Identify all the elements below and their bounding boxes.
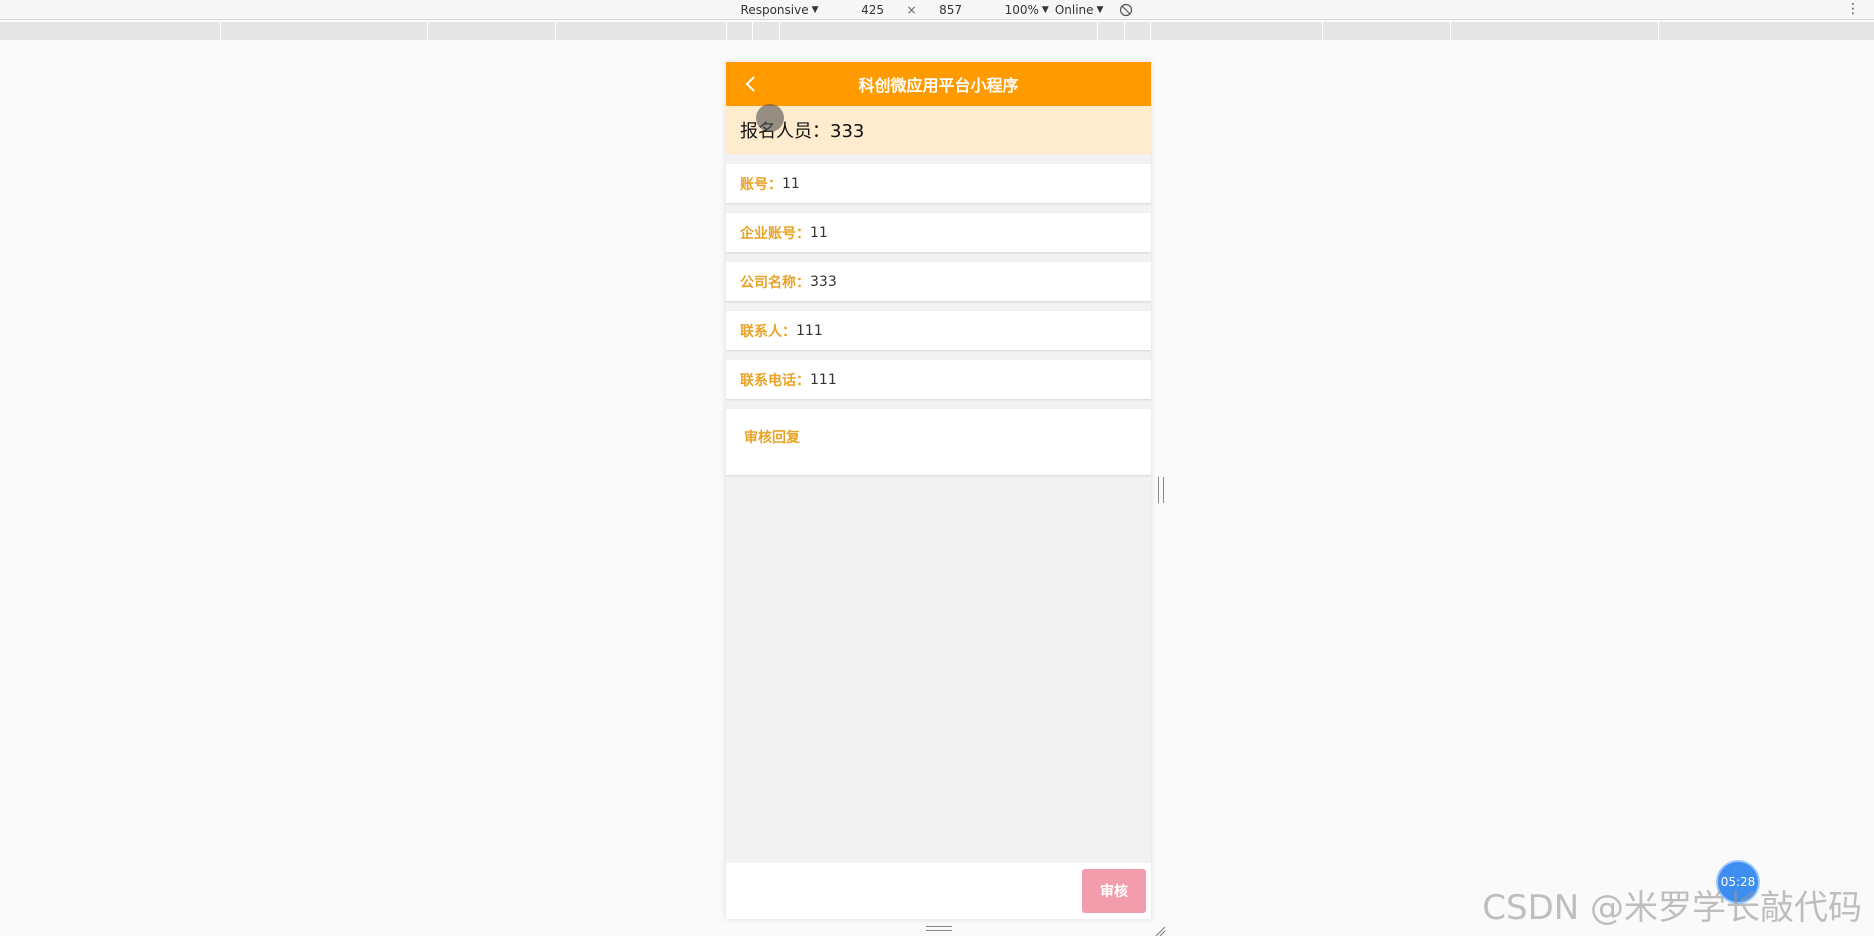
ruler-tick [726,22,727,40]
device-mode-label: Responsive [740,2,809,17]
zoom-dropdown[interactable]: 100% ▼ [1005,3,1049,17]
field-separator: ： [796,225,810,242]
field-value: 333 [810,273,837,290]
times-label: × [906,2,917,17]
field-label: 账号 [740,176,768,193]
resize-handle-bottom[interactable] [926,926,952,931]
ruler-tick [555,22,556,40]
device-controls: Responsive ▼ 425 × 857 100% ▼ Online ▼ [741,3,1134,17]
zoom-label: 100% [1004,2,1039,17]
ruler-tick [1658,22,1659,40]
ruler-tick [220,22,221,40]
field-company-account: 企业账号 ： 11 [726,213,1151,252]
watermark: CSDN @米罗学长敲代码 [1482,888,1862,928]
field-contact: 联系人 ： 111 [726,311,1151,350]
field-separator: ： [796,274,810,291]
field-separator: ： [782,323,796,340]
ruler-tick [779,22,780,40]
device-viewport: 科创微应用平台小程序 报名人员：333 账号 ： 11 企业账号 ： 11 公司… [726,62,1151,919]
page-title: 科创微应用平台小程序 [858,76,1019,95]
ruler-tick [752,22,753,40]
device-mode-dropdown[interactable]: Responsive ▼ [741,3,819,17]
audit-button[interactable]: 审核 [1082,869,1146,913]
field-separator: ： [768,176,782,193]
ruler-tick [1097,22,1098,40]
ruler-tick [1322,22,1323,40]
throttle-label: Online [1054,2,1094,17]
registrant-headline: 报名人员：333 [726,104,1151,154]
field-account: 账号 ： 11 [726,164,1151,203]
caret-down-icon: ▼ [811,4,819,15]
field-label: 企业账号 [740,225,796,242]
field-contact-phone: 联系电话 ： 111 [726,360,1151,399]
field-label: 联系人 [740,323,782,340]
ruler-tick [1450,22,1451,40]
height-input[interactable]: 857 [927,3,975,17]
bottom-action-bar: 审核 [726,863,1151,919]
throttle-dropdown[interactable]: Online ▼ [1055,3,1104,17]
resize-handle-right[interactable] [1158,477,1164,503]
field-separator: ： [796,372,810,389]
caret-down-icon: ▼ [1096,4,1104,15]
resize-corner-icon[interactable] [1154,922,1166,936]
field-company-name: 公司名称 ： 333 [726,262,1151,301]
ruler-tick [1124,22,1125,40]
field-list: 账号 ： 11 企业账号 ： 11 公司名称 ： 333 联系人 ： 111 联… [726,154,1151,475]
audit-reply-label: 审核回复 [744,430,800,446]
field-label: 公司名称 [740,274,796,291]
rotate-icon[interactable] [1119,3,1133,17]
width-input[interactable]: 425 [849,3,897,17]
field-value: 111 [796,322,823,339]
media-query-ruler[interactable] [0,22,1874,40]
field-value: 111 [810,371,837,388]
chevron-left-icon[interactable] [736,70,764,98]
nav-bar: 科创微应用平台小程序 [726,62,1151,106]
kebab-icon[interactable]: ⋮ [1846,2,1860,16]
devtools-toolbar: Responsive ▼ 425 × 857 100% ▼ Online ▼ ⋮ [0,0,1874,20]
caret-down-icon: ▼ [1041,4,1049,15]
audit-reply-box[interactable]: 审核回复 [726,409,1151,475]
field-value: 11 [810,224,828,241]
field-label: 联系电话 [740,372,796,389]
ruler-tick [1150,22,1151,40]
touch-indicator [756,104,784,132]
field-value: 11 [782,175,800,192]
ruler-tick [427,22,428,40]
